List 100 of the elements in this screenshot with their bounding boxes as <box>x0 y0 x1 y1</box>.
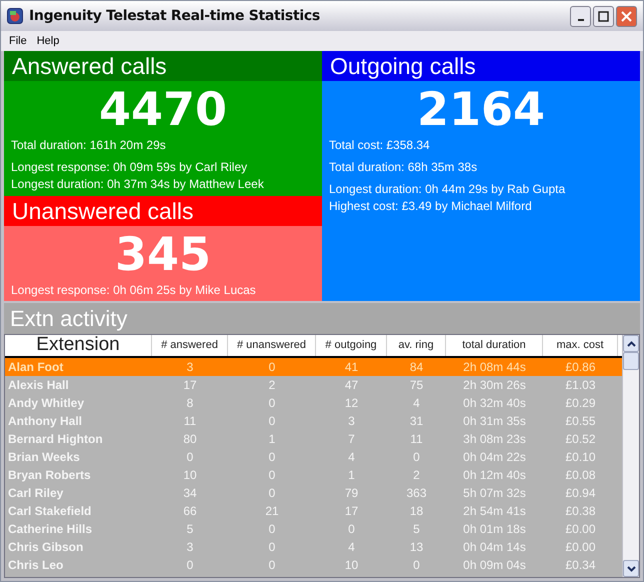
panel-title: Unanswered calls <box>12 200 194 222</box>
table-cell-text: 0h 04m 14s <box>462 539 527 556</box>
table-cell-text: 12 <box>344 395 360 412</box>
menu-item[interactable]: Help <box>32 32 64 50</box>
table-cell-text: 2 <box>412 467 421 484</box>
table-cell-text: 2 <box>268 377 276 394</box>
column-header[interactable]: total duration <box>446 335 543 356</box>
table-cell-text: £0.52 <box>564 431 597 448</box>
column-header[interactable]: max. cost <box>543 335 618 356</box>
minimize-button[interactable] <box>570 6 591 26</box>
scroll-up-button[interactable] <box>623 335 639 352</box>
panel-title: Answered calls <box>12 54 167 78</box>
table-cell-text: 41 <box>344 359 360 376</box>
table-cell-text: 4 <box>412 395 421 412</box>
table-cell-text: 21 <box>264 503 280 520</box>
table-cell-text: Chris Leo <box>7 557 64 574</box>
table-cell-text: 0h 01m 18s <box>462 521 527 538</box>
column-header[interactable]: Extension <box>5 335 152 356</box>
table-cell-text: 34 <box>182 485 198 502</box>
table-cell-text: 10 <box>344 557 360 574</box>
table-cell-text: 0 <box>412 449 421 466</box>
table-cell-text: Carl Riley <box>7 485 64 502</box>
table-cell-text: 0 <box>268 521 276 538</box>
call-count: 4470 <box>98 81 228 137</box>
column-header[interactable]: av. ring <box>387 335 446 356</box>
table-cell-text: 0h 04m 22s <box>462 449 527 466</box>
table-cell-text: Catherine Hills <box>7 521 94 538</box>
close-icon <box>621 10 632 22</box>
maximize-button[interactable] <box>593 6 614 26</box>
table-cell-text: 10 <box>182 467 198 484</box>
table-cell-text: £1.03 <box>564 377 597 394</box>
table-cell-text: 2h 54m 41s <box>462 503 527 520</box>
section-title: Extn activity <box>10 308 128 330</box>
table-cell-text: 3 <box>186 359 194 376</box>
table-cell-text: 363 <box>405 485 428 502</box>
close-button[interactable] <box>616 6 637 26</box>
column-header[interactable]: # unanswered <box>228 335 316 356</box>
stat-line: Longest duration: 0h 37m 34s by Matthew Leek <box>11 176 265 193</box>
table-cell-text: £0.10 <box>564 449 597 466</box>
table-cell-text: 47 <box>344 377 360 394</box>
stat-line: Longest response: 0h 06m 25s by Mike Lucas <box>11 282 257 299</box>
table-cell-text: 11 <box>182 413 198 430</box>
table-cell-text: 18 <box>408 503 424 520</box>
table-cell-text: 0h 09m 04s <box>462 557 527 574</box>
chevron-up-icon <box>626 340 636 346</box>
table-row[interactable]: Alan Foot 3 0 41 84 2h 08m 44s £0.86 <box>5 358 622 376</box>
stat-line: Total duration: 68h 35m 38s <box>329 159 478 176</box>
table-cell-text: 1 <box>268 431 276 448</box>
panel-title: Outgoing calls <box>330 54 476 78</box>
table-cell-text: 0h 31m 35s <box>462 413 527 430</box>
table-cell-text: 80 <box>182 431 198 448</box>
stat-line: Longest response: 0h 09m 59s by Carl Riley <box>11 159 248 176</box>
table-cell-text: 4 <box>347 449 356 466</box>
scrollbar[interactable] <box>622 335 639 577</box>
call-count: 2164 <box>416 81 546 137</box>
stat-line: Highest cost: £3.49 by Michael Milford <box>329 198 533 215</box>
call-count: 345 <box>114 226 212 282</box>
table-cell-text: Bryan Roberts <box>7 467 92 484</box>
table-cell-text: 5 <box>412 521 421 538</box>
chevron-down-icon <box>626 566 636 572</box>
window-title: Ingenuity Telestat Real-time Statistics <box>29 6 321 26</box>
table-cell-text: 5h 07m 32s <box>462 485 527 502</box>
table-cell-text: 8 <box>186 395 194 412</box>
table-cell-text: Alexis Hall <box>7 377 70 394</box>
table-cell-text: 3h 08m 23s <box>462 431 527 448</box>
table-cell-text: 79 <box>344 485 360 502</box>
table-cell-text: 17 <box>344 503 360 520</box>
table-cell-text: £0.00 <box>564 521 597 538</box>
table-cell-text: 0 <box>268 557 276 574</box>
table-cell-text: 3 <box>186 539 194 556</box>
scroll-down-button[interactable] <box>623 560 639 577</box>
table-cell-text: £0.29 <box>564 395 597 412</box>
app-icon <box>7 8 23 24</box>
table-cell-text: Chris Gibson <box>7 539 84 556</box>
table-cell-text: 0 <box>347 521 356 538</box>
stat-line: Longest duration: 0h 44m 29s by Rab Gupta <box>329 181 566 198</box>
scroll-thumb[interactable] <box>623 352 639 370</box>
table-cell-text: 1 <box>347 467 356 484</box>
table-cell-text: 11 <box>409 431 424 448</box>
table-cell-text: 4 <box>347 539 356 556</box>
table-cell-text: £0.94 <box>564 485 597 502</box>
table-cell-text: £0.00 <box>564 539 597 556</box>
table-cell-text: 84 <box>408 359 424 376</box>
maximize-icon <box>598 10 609 22</box>
table-cell-text: 0 <box>268 467 276 484</box>
table-cell-text: Anthony Hall <box>7 413 83 430</box>
table-cell-text: 66 <box>182 503 198 520</box>
table-cell-text: 75 <box>408 377 424 394</box>
menu-item[interactable]: File <box>5 32 31 50</box>
table-cell-text: 0h 32m 40s <box>462 395 527 412</box>
column-header[interactable]: # outgoing <box>316 335 387 356</box>
table-cell-text: Andy Whitley <box>7 395 86 412</box>
table-cell-text: 2h 30m 26s <box>462 377 527 394</box>
minimize-icon <box>578 19 584 21</box>
table-cell-text: Bernard Highton <box>7 431 104 448</box>
table-cell-text: 31 <box>408 413 424 430</box>
table-cell-text: 3 <box>347 413 356 430</box>
column-header[interactable]: # answered <box>152 335 228 356</box>
table-cell-text: £0.34 <box>564 557 597 574</box>
table-cell-text: 0 <box>268 359 276 376</box>
